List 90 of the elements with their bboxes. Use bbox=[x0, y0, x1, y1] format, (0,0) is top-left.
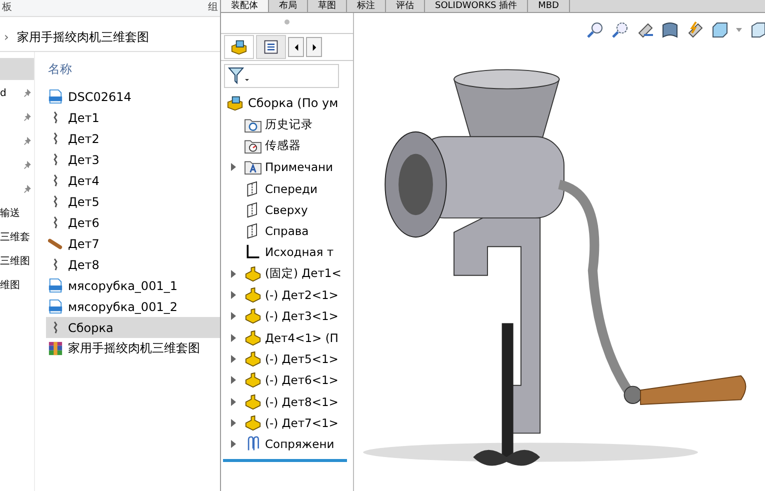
nav-item[interactable]: 三维套 bbox=[0, 226, 34, 248]
breadcrumb-folder[interactable]: 家用手摇绞肉机三维套图 bbox=[16, 28, 149, 46]
tree-label[interactable]: (-) Дет6<1> bbox=[265, 373, 338, 388]
expand-arrow-icon[interactable] bbox=[231, 398, 236, 406]
part-icon bbox=[244, 287, 262, 304]
part-icon bbox=[244, 414, 262, 431]
property-manager-tab[interactable] bbox=[256, 35, 286, 59]
right-arrow-icon bbox=[312, 44, 316, 50]
filter-button[interactable] bbox=[224, 64, 339, 88]
file-item[interactable]: Дет2 bbox=[46, 128, 220, 149]
file-item[interactable]: Сборка bbox=[46, 317, 220, 338]
appearance-icon[interactable] bbox=[686, 21, 704, 39]
file-item[interactable]: Дет8 bbox=[46, 254, 220, 275]
tree-label: Сборка (По ум bbox=[248, 96, 338, 110]
tree-label[interactable]: Сверху bbox=[265, 202, 308, 217]
file-item[interactable]: Дет5 bbox=[46, 191, 220, 212]
nav-item[interactable]: d bbox=[0, 82, 34, 104]
nav-item[interactable]: 维图 bbox=[0, 274, 34, 296]
tree-label[interactable]: 历史记录 bbox=[265, 117, 313, 132]
scroll-left-button[interactable] bbox=[288, 37, 304, 57]
assembly-icon bbox=[226, 95, 244, 111]
address-bar[interactable]: › 家用手摇绞肉机三维套图 bbox=[0, 23, 220, 52]
file-item[interactable]: Дет4 bbox=[46, 170, 220, 191]
file-item[interactable]: мясорубка_001_2 bbox=[46, 296, 220, 317]
part-icon bbox=[244, 372, 262, 388]
file-item[interactable]: Дет7 bbox=[46, 233, 220, 254]
panel-grip-icon[interactable] bbox=[284, 19, 290, 25]
part-icon bbox=[244, 350, 262, 367]
breadcrumb-separator: › bbox=[4, 30, 9, 44]
tree-label[interactable]: 传感器 bbox=[265, 138, 301, 154]
image-file-icon bbox=[48, 299, 63, 314]
expand-arrow-icon[interactable] bbox=[231, 334, 236, 342]
tree-label[interactable]: Спереди bbox=[265, 182, 318, 196]
tree-label[interactable]: Исходная т bbox=[265, 245, 334, 260]
tree-label[interactable]: Примечани bbox=[265, 160, 334, 174]
tree-label[interactable]: Справа bbox=[265, 224, 309, 238]
file-item[interactable]: DSC02614 bbox=[46, 86, 220, 107]
annotation-folder-icon bbox=[244, 159, 262, 176]
zoom-area-icon[interactable] bbox=[611, 21, 629, 39]
tree-item[interactable]: Сборка (По ум bbox=[221, 92, 353, 114]
assembly-icon bbox=[230, 39, 248, 55]
left-arrow-icon bbox=[294, 44, 298, 50]
tree-label[interactable]: Сопряжени bbox=[265, 437, 334, 452]
tree-label[interactable]: Дет4<1> (П bbox=[265, 330, 338, 345]
expand-arrow-icon[interactable] bbox=[231, 376, 236, 384]
expand-arrow-icon[interactable] bbox=[231, 440, 236, 448]
list-icon bbox=[262, 39, 280, 55]
expand-arrow-icon[interactable] bbox=[231, 418, 236, 427]
tree-label[interactable]: (-) Дет3<1> bbox=[265, 309, 338, 324]
file-item[interactable]: мясорубка_001_1 bbox=[46, 275, 220, 296]
gauge-folder-icon bbox=[244, 138, 262, 154]
ribbon-tab[interactable]: 装配体 bbox=[221, 0, 269, 12]
file-item[interactable]: Дет3 bbox=[46, 149, 220, 170]
part-icon bbox=[244, 308, 262, 324]
file-item[interactable]: Дет6 bbox=[46, 212, 220, 233]
history-folder-icon bbox=[244, 116, 262, 133]
handle-thumbnail-icon bbox=[48, 236, 63, 251]
tree-label[interactable]: (-) Дет8<1> bbox=[265, 394, 338, 408]
image-file-icon bbox=[48, 278, 63, 293]
file-item[interactable]: 家用手摇绞肉机三维套图 bbox=[46, 338, 220, 359]
expand-arrow-icon[interactable] bbox=[231, 291, 236, 300]
expand-arrow-icon[interactable] bbox=[231, 163, 236, 172]
filter-icon bbox=[228, 67, 250, 85]
previous-view-icon[interactable] bbox=[636, 21, 654, 39]
zoom-to-fit-icon[interactable] bbox=[586, 21, 604, 39]
image-file-icon bbox=[48, 89, 63, 104]
expand-arrow-icon[interactable] bbox=[231, 354, 236, 363]
part-icon bbox=[244, 394, 262, 410]
ribbon-label[interactable]: 组 bbox=[208, 0, 218, 16]
tree-label[interactable]: (固定) Дет1< bbox=[265, 266, 342, 282]
expand-arrow-icon[interactable] bbox=[231, 270, 236, 278]
nav-item[interactable]: 输送 bbox=[0, 202, 34, 224]
file-item[interactable]: Дет1 bbox=[46, 107, 220, 128]
caret-icon[interactable] bbox=[736, 28, 742, 32]
part-icon bbox=[244, 266, 262, 282]
view-orientation-icon[interactable] bbox=[711, 21, 729, 39]
tree-label[interactable]: (-) Дет2<1> bbox=[265, 288, 338, 302]
part-icon bbox=[244, 330, 262, 346]
tree-label[interactable]: (-) Дет7<1> bbox=[265, 416, 338, 430]
column-header[interactable]: 名称 bbox=[48, 58, 72, 80]
archive-icon bbox=[48, 341, 63, 356]
expand-arrow-icon[interactable] bbox=[231, 312, 236, 320]
tree-label[interactable]: (-) Дет5<1> bbox=[265, 352, 338, 366]
origin-icon bbox=[244, 244, 262, 260]
scroll-right-button[interactable] bbox=[306, 37, 322, 57]
section-view-icon[interactable] bbox=[661, 21, 679, 39]
feature-manager-tab[interactable] bbox=[224, 35, 254, 59]
ribbon-label[interactable]: 板 bbox=[2, 0, 12, 16]
nav-item[interactable]: 三维图 bbox=[0, 250, 34, 272]
display-style-icon[interactable] bbox=[749, 21, 765, 39]
